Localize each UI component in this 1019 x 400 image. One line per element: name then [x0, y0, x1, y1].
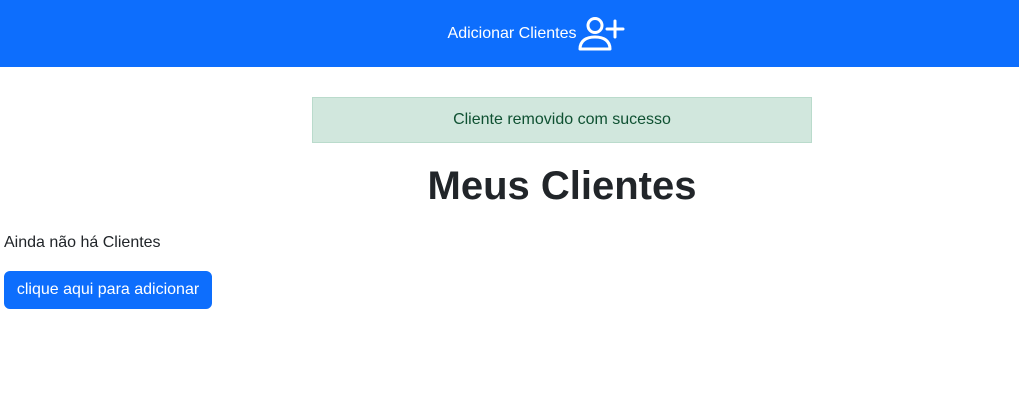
page-title: Meus Clientes	[427, 164, 697, 208]
add-client-button[interactable]: clique aqui para adicionar	[4, 271, 212, 309]
success-alert-message: Cliente removido com sucesso	[453, 111, 671, 128]
empty-clients-message: Ainda não há Clientes	[4, 234, 161, 251]
add-clients-link[interactable]: Adicionar Clientes	[394, 16, 626, 52]
add-clients-link-label: Adicionar Clientes	[447, 24, 577, 42]
person-plus-icon	[577, 16, 625, 52]
add-client-button-label: clique aqui para adicionar	[16, 281, 200, 298]
success-alert: Cliente removido com sucesso	[312, 97, 812, 143]
top-navbar: Adicionar Clientes	[0, 0, 1019, 67]
